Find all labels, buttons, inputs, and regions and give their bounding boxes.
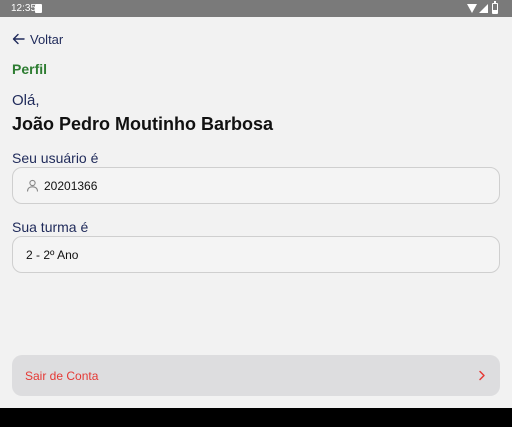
status-time: 12:35 — [11, 3, 37, 14]
logout-button[interactable]: Sair de Conta — [12, 355, 500, 396]
class-field: 2 - 2º Ano — [12, 236, 500, 273]
page-title: Perfil — [12, 61, 48, 77]
user-name: João Pedro Moutinho Barbosa — [12, 114, 274, 134]
back-button[interactable]: Voltar — [12, 30, 63, 48]
person-icon — [26, 179, 39, 192]
arrow-left-icon — [12, 33, 25, 45]
user-field: 20201366 — [12, 167, 500, 204]
class-field-label: Sua turma é — [12, 219, 89, 235]
class-field-value: 2 - 2º Ano — [26, 247, 79, 262]
user-field-label: Seu usuário é — [12, 150, 99, 166]
system-navigation-bar — [0, 408, 512, 427]
status-bar: 12:35 — [0, 0, 512, 17]
signal-icon — [479, 4, 488, 13]
chevron-right-icon — [479, 370, 485, 381]
battery-icon — [492, 1, 498, 14]
logout-label: Sair de Conta — [25, 368, 99, 383]
wifi-icon — [467, 4, 477, 13]
sd-card-icon — [35, 4, 42, 13]
user-field-value: 20201366 — [44, 178, 98, 193]
back-label: Voltar — [30, 31, 64, 47]
greeting-text: Olá, — [12, 92, 40, 109]
